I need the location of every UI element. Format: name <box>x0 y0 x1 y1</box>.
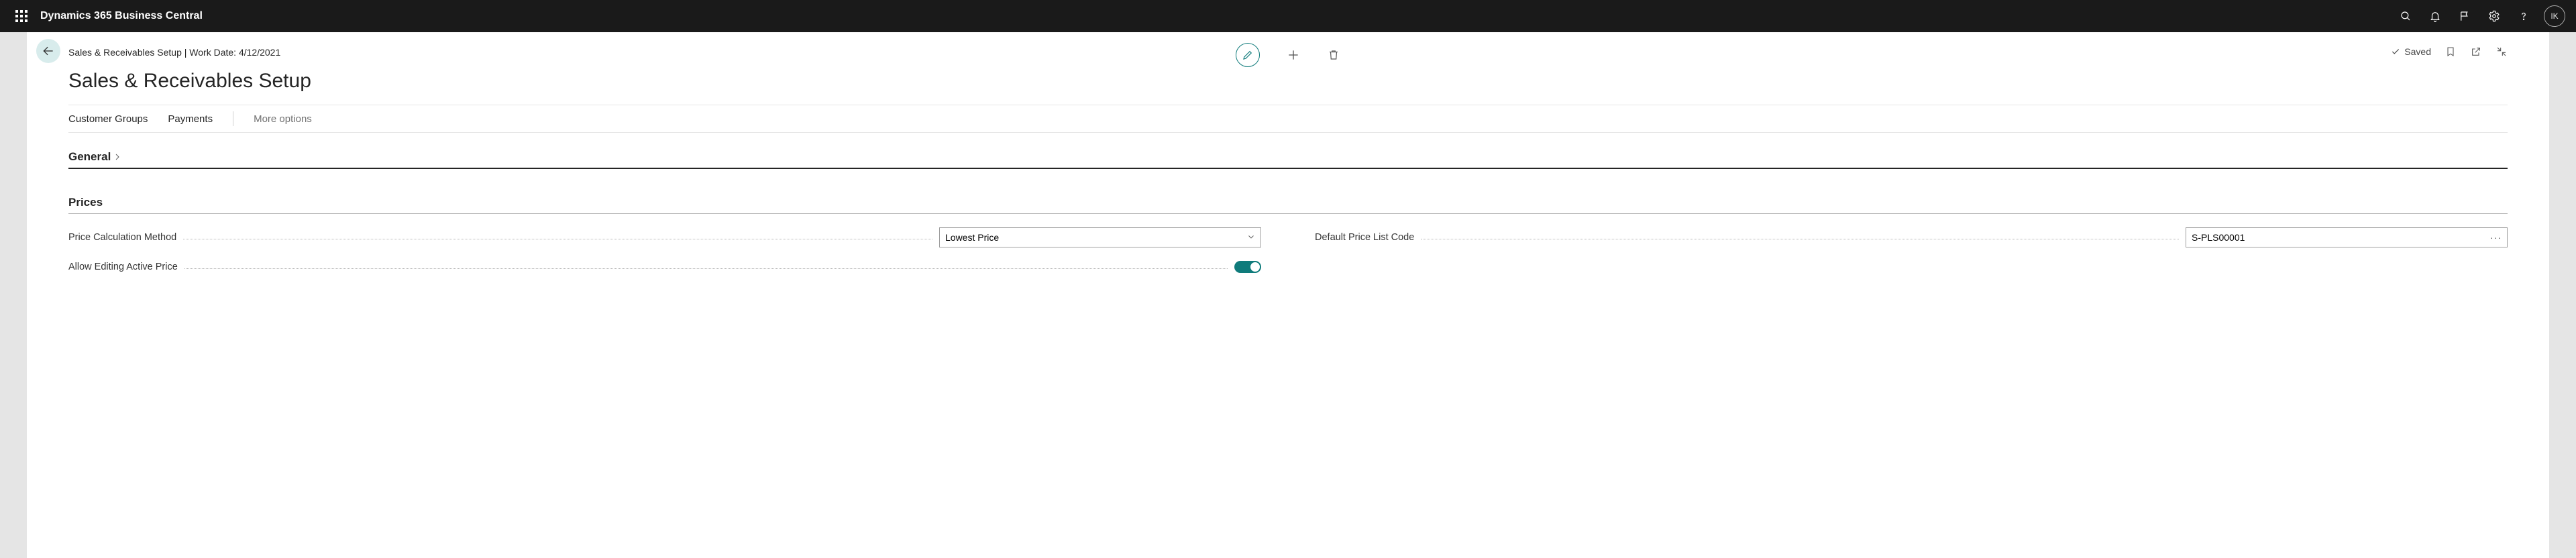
bookmark-icon[interactable] <box>2445 46 2457 58</box>
section-general[interactable]: General <box>68 150 2508 169</box>
section-prices-label: Prices <box>68 196 103 209</box>
page-title: Sales & Receivables Setup <box>68 70 2508 93</box>
collapse-icon[interactable] <box>2496 46 2508 58</box>
action-payments[interactable]: Payments <box>168 113 213 125</box>
value-default-price-list: S-PLS00001 <box>2192 232 2245 243</box>
action-customer-groups[interactable]: Customer Groups <box>68 113 148 125</box>
help-icon[interactable] <box>2509 0 2538 32</box>
new-icon[interactable] <box>1287 48 1300 62</box>
page-stage: Sales & Receivables Setup | Work Date: 4… <box>0 32 2576 558</box>
action-bar: Customer Groups Payments More options <box>68 105 2508 133</box>
notifications-icon[interactable] <box>2420 0 2450 32</box>
flag-icon[interactable] <box>2450 0 2479 32</box>
value-price-calc-method: Lowest Price <box>945 232 999 243</box>
label-allow-editing: Allow Editing Active Price <box>68 262 178 272</box>
search-icon[interactable] <box>2391 0 2420 32</box>
popout-icon[interactable] <box>2470 46 2482 58</box>
settings-icon[interactable] <box>2479 0 2509 32</box>
breadcrumb: Sales & Receivables Setup | Work Date: 4… <box>68 47 280 58</box>
toggle-knob <box>1250 262 1260 272</box>
select-price-calc-method[interactable]: Lowest Price <box>939 227 1261 247</box>
user-avatar[interactable]: IK <box>2544 5 2565 27</box>
label-default-price-list: Default Price List Code <box>1315 232 1414 243</box>
lookup-default-price-list[interactable]: S-PLS00001 ··· <box>2186 227 2508 247</box>
field-price-calc-method: Price Calculation Method Lowest Price <box>68 227 1261 247</box>
edit-button[interactable] <box>1236 43 1260 67</box>
page-header-row: Sales & Receivables Setup | Work Date: 4… <box>68 39 2508 66</box>
prices-fields: Price Calculation Method Lowest Price De… <box>68 227 2508 273</box>
back-button[interactable] <box>36 39 60 63</box>
saved-label: Saved <box>2404 46 2431 57</box>
app-launcher-icon[interactable] <box>5 0 38 32</box>
brand-title: Dynamics 365 Business Central <box>40 10 203 22</box>
label-price-calc-method: Price Calculation Method <box>68 232 176 243</box>
action-more-options[interactable]: More options <box>254 113 312 125</box>
page-card: Sales & Receivables Setup | Work Date: 4… <box>27 32 2549 558</box>
section-prices: Prices <box>68 196 2508 214</box>
delete-icon[interactable] <box>1327 48 1340 62</box>
dot-leader <box>1421 233 2179 239</box>
right-action-bar: Saved <box>2391 46 2508 58</box>
ellipsis-icon[interactable]: ··· <box>2490 232 2502 243</box>
global-top-bar: Dynamics 365 Business Central IK <box>0 0 2576 32</box>
field-default-price-list: Default Price List Code S-PLS00001 ··· <box>1315 227 2508 247</box>
center-action-bar <box>1236 43 1340 67</box>
chevron-right-icon <box>113 153 121 161</box>
section-general-label: General <box>68 150 111 164</box>
toggle-allow-editing[interactable] <box>1234 261 1261 273</box>
dot-leader <box>184 262 1228 269</box>
chevron-down-icon <box>1247 232 1255 243</box>
saved-indicator: Saved <box>2391 46 2431 57</box>
dot-leader <box>183 233 932 239</box>
field-allow-editing: Allow Editing Active Price <box>68 261 1261 273</box>
